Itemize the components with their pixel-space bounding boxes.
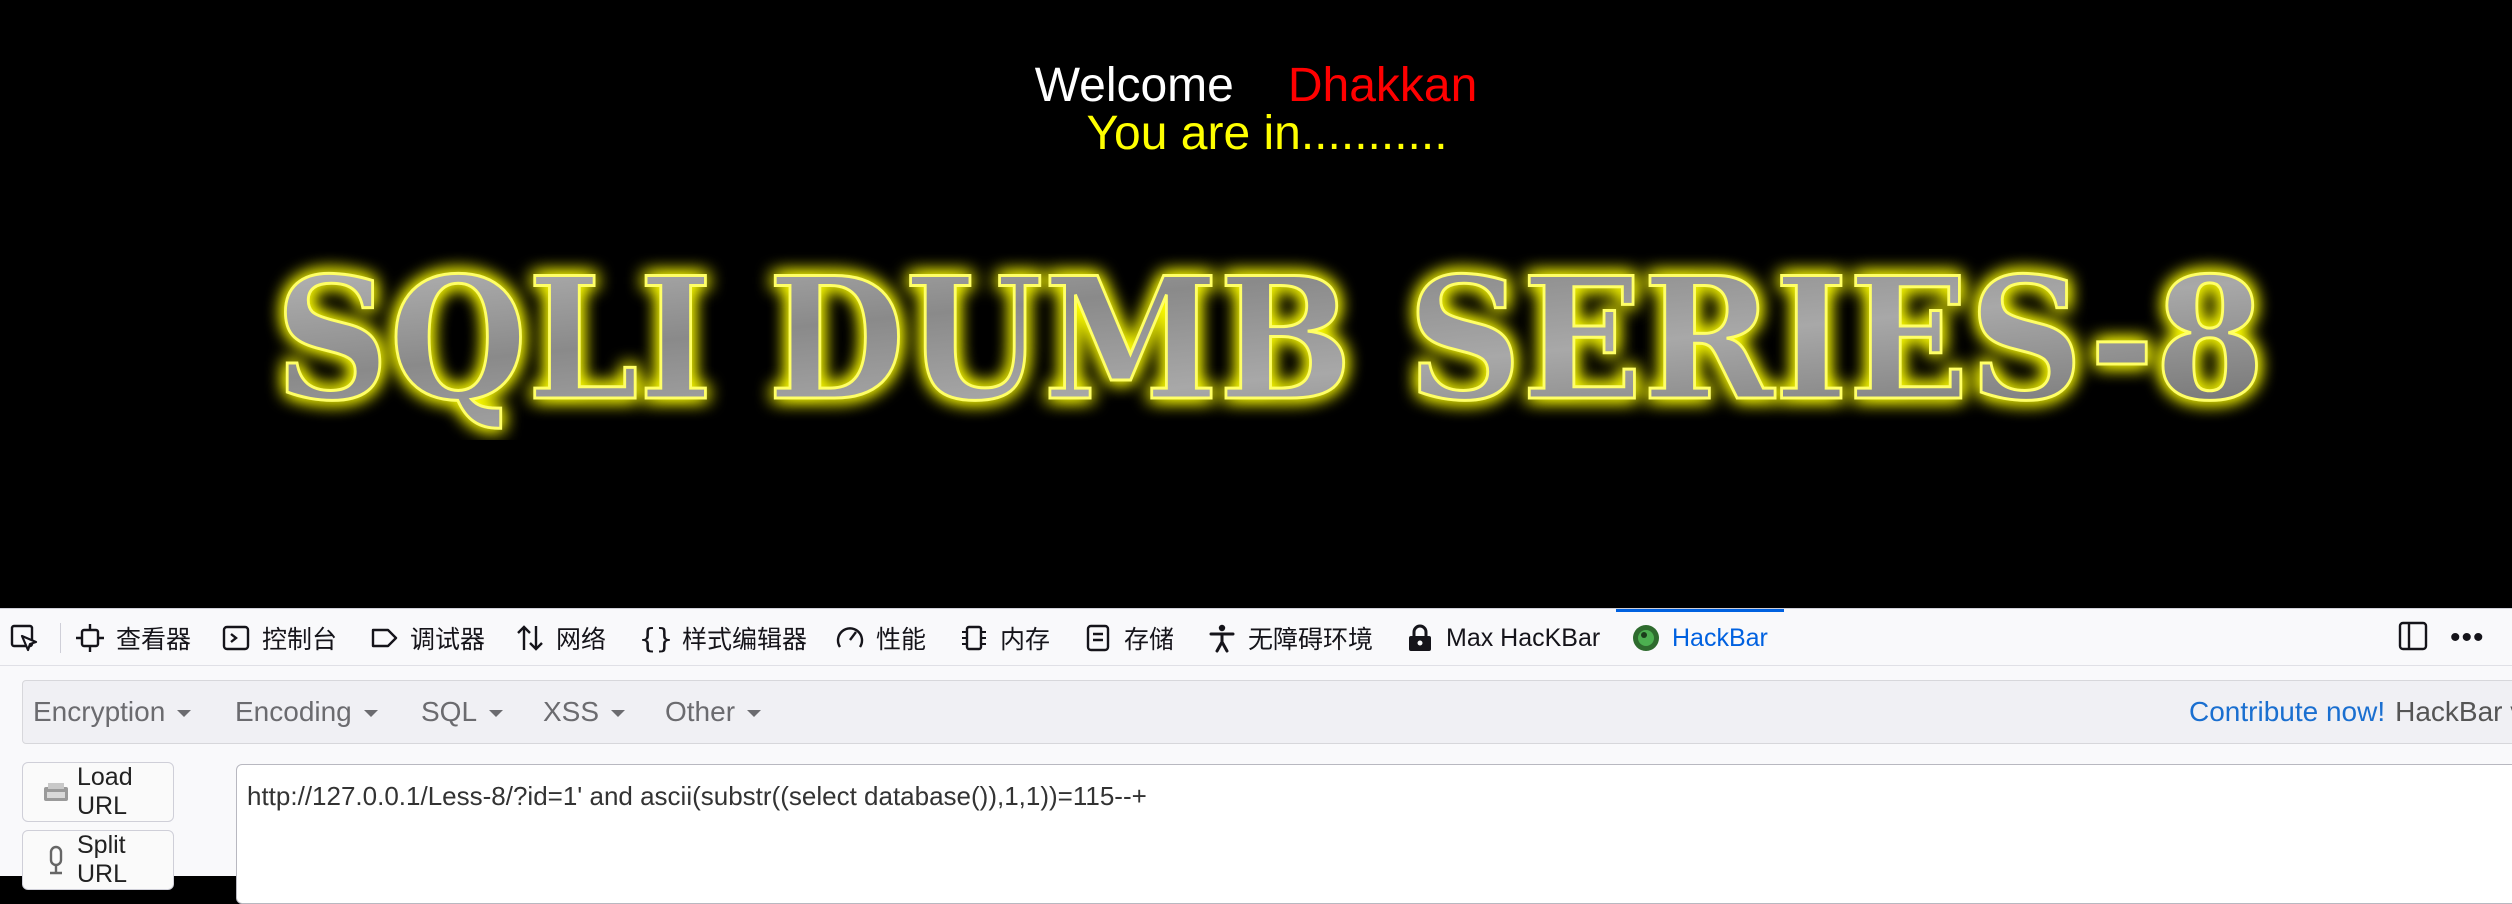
toolbar-divider <box>60 623 61 653</box>
page-viewport: Welcome Dhakkan You are in........... SQL… <box>0 0 2512 608</box>
load-url-label: Load URL <box>77 763 133 820</box>
url-input[interactable]: http://127.0.0.1/Less-8/?id=1' and ascii… <box>236 764 2512 904</box>
accessibility-icon <box>1206 622 1238 654</box>
tab-label: 无障碍环境 <box>1248 626 1374 654</box>
network-icon <box>514 622 546 654</box>
menu-label: Other <box>665 696 736 727</box>
menu-encryption[interactable]: Encryption <box>33 681 192 743</box>
tab-memory[interactable]: 内存 <box>958 609 1050 667</box>
tab-style-editor[interactable]: {} 样式编辑器 <box>639 609 808 667</box>
element-picker-button[interactable] <box>8 609 50 667</box>
devtools-toolbar: 查看器 控制台 调试器 网络 {} 样式编辑器 性能 内存 存储 无障碍环境 M… <box>0 608 2512 666</box>
tab-network[interactable]: 网络 <box>514 609 606 667</box>
inspector-icon <box>74 622 106 654</box>
tab-performance[interactable]: 性能 <box>834 609 926 667</box>
tab-storage[interactable]: 存储 <box>1082 609 1174 667</box>
contribute-area: Contribute now! HackBar v2 <box>2189 681 2512 743</box>
tab-inspector[interactable]: 查看器 <box>74 609 191 667</box>
tab-accessibility[interactable]: 无障碍环境 <box>1206 609 1373 667</box>
element-picker-icon <box>8 622 40 654</box>
tab-label: 内存 <box>1000 626 1051 654</box>
tab-hackbar[interactable]: HackBar <box>1616 609 1784 667</box>
menu-label: Encryption <box>33 696 166 727</box>
tab-label: 存储 <box>1124 626 1175 654</box>
more-options-button[interactable]: ••• <box>2450 609 2485 667</box>
debugger-icon <box>368 622 400 654</box>
tab-label: 调试器 <box>410 626 486 654</box>
caret-down-icon <box>363 709 378 717</box>
tab-debugger[interactable]: 调试器 <box>368 609 485 667</box>
tab-label: 样式编辑器 <box>682 626 808 654</box>
more-options-icon: ••• <box>2450 621 2485 654</box>
contribute-link[interactable]: Contribute now! <box>2189 696 2385 728</box>
hackbar-icon <box>1630 622 1662 654</box>
menu-sql[interactable]: SQL <box>421 681 504 743</box>
caret-down-icon <box>611 709 626 717</box>
tab-label: 查看器 <box>116 626 192 654</box>
caret-down-icon <box>489 709 504 717</box>
caret-down-icon <box>177 709 192 717</box>
split-url-button[interactable]: Split URL <box>22 830 174 890</box>
split-url-label: Split URL <box>77 831 128 888</box>
dock-side-icon <box>2396 619 2430 658</box>
menu-label: SQL <box>421 696 478 727</box>
tab-label: 控制台 <box>262 626 338 654</box>
caret-down-icon <box>747 709 762 717</box>
menu-xss[interactable]: XSS <box>543 681 626 743</box>
hackbar-version: HackBar v2 <box>2395 696 2512 727</box>
menu-label: XSS <box>543 696 600 727</box>
menu-encoding[interactable]: Encoding <box>235 681 378 743</box>
max-hackbar-icon <box>1404 622 1436 654</box>
console-icon <box>220 622 252 654</box>
tab-label: 性能 <box>876 626 927 654</box>
tab-label: 网络 <box>556 626 607 654</box>
dock-side-button[interactable] <box>2396 609 2430 667</box>
tab-label: HackBar <box>1672 623 1768 652</box>
split-url-icon <box>41 845 71 875</box>
storage-icon <box>1082 622 1114 654</box>
menu-label: Encoding <box>235 696 352 727</box>
memory-icon <box>958 622 990 654</box>
tab-max-hackbar[interactable]: Max HacKBar <box>1404 609 1600 667</box>
welcome-label: Welcome <box>1034 59 1234 112</box>
banner-image: SQLI DUMB SERIES-8 <box>274 240 2267 440</box>
login-status-text: You are in........... <box>1086 107 1448 160</box>
tab-label: Max HacKBar <box>1446 623 1601 652</box>
menu-other[interactable]: Other <box>665 681 762 743</box>
performance-icon <box>834 622 866 654</box>
style-editor-icon: {} <box>639 621 673 655</box>
hackbar-menubar: Encryption Encoding SQL XSS Other Contri… <box>22 680 2512 744</box>
load-url-icon <box>41 777 71 807</box>
load-url-button[interactable]: Load URL <box>22 762 174 822</box>
username-text: Dhakkan <box>1287 59 1478 112</box>
tab-console[interactable]: 控制台 <box>220 609 337 667</box>
banner-text: SQLI DUMB SERIES-8 <box>275 240 2265 438</box>
devtools-panel: 查看器 控制台 调试器 网络 {} 样式编辑器 性能 内存 存储 无障碍环境 M… <box>0 608 2512 904</box>
